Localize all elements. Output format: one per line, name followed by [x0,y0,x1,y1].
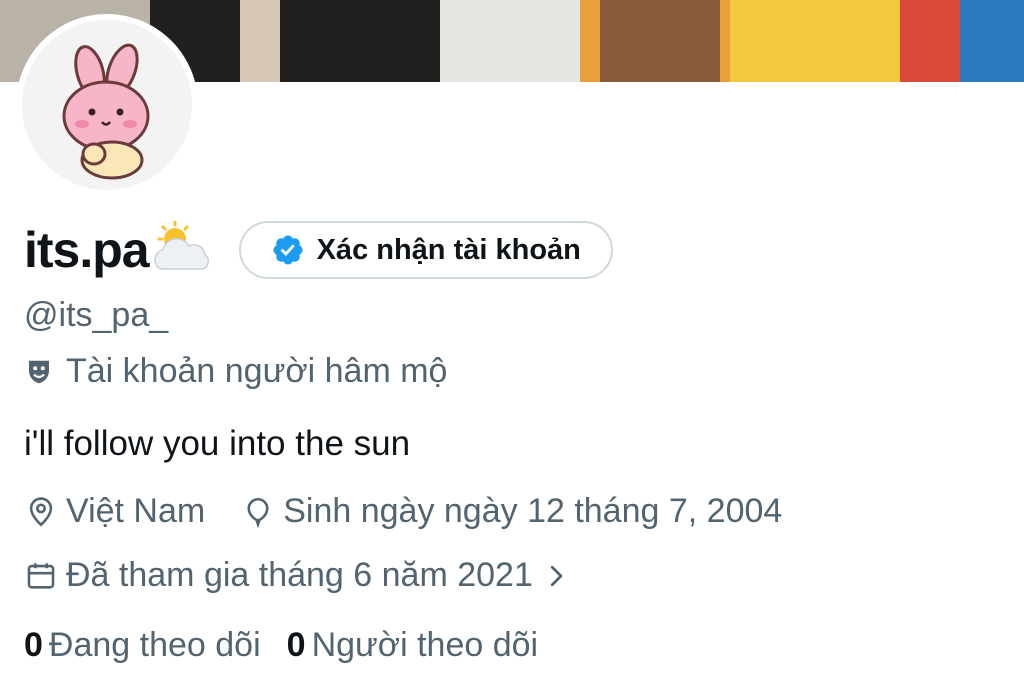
profile-birthday: Sinh ngày ngày 12 tháng 7, 2004 [241,492,782,531]
profile-meta-row-1: Việt Nam Sinh ngày ngày 12 tháng 7, 2004 [24,492,782,531]
profile-stats: 0 Đang theo dõi 0 Người theo dõi [24,626,564,665]
following-link[interactable]: 0 Đang theo dõi [24,626,261,665]
location-pin-icon [29,496,53,526]
followers-count: 0 [286,626,306,664]
profile-category: Tài khoản người hâm mộ [24,352,447,391]
followers-label: Người theo dõi [311,626,539,664]
following-label: Đang theo dõi [48,626,261,664]
balloon-icon [247,497,269,528]
profile-location: Việt Nam [24,492,205,531]
chevron-right-icon [550,565,563,586]
verified-badge-icon [273,235,303,265]
theater-masks-icon [29,360,49,383]
name-row: its.pa Xác nhận tài khoản [24,218,613,282]
profile-avatar[interactable] [16,14,198,196]
profile-location-label: Việt Nam [66,492,206,530]
profile-bio: i'll follow you into the sun [24,424,411,463]
profile-joined[interactable]: Đã tham gia tháng 6 năm 2021 [24,556,579,595]
display-name: its.pa [24,222,150,278]
profile-category-label: Tài khoản người hâm mộ [66,352,448,390]
bunny-avatar-image [22,20,192,190]
profile-handle: @its_pa_ [24,296,169,334]
verify-account-label: Xác nhận tài khoản [316,233,581,266]
followers-link[interactable]: 0 Người theo dõi [287,626,538,665]
following-count: 0 [24,626,43,664]
verify-account-button[interactable]: Xác nhận tài khoản [238,221,613,279]
profile-meta-row-2: Đã tham gia tháng 6 năm 2021 [24,556,579,595]
calendar-icon [27,562,55,589]
profile-birthday-label: Sinh ngày ngày 12 tháng 7, 2004 [283,492,783,530]
profile-joined-label: Đã tham gia tháng 6 năm 2021 [66,556,533,594]
sun-behind-cloud-icon [151,220,213,280]
